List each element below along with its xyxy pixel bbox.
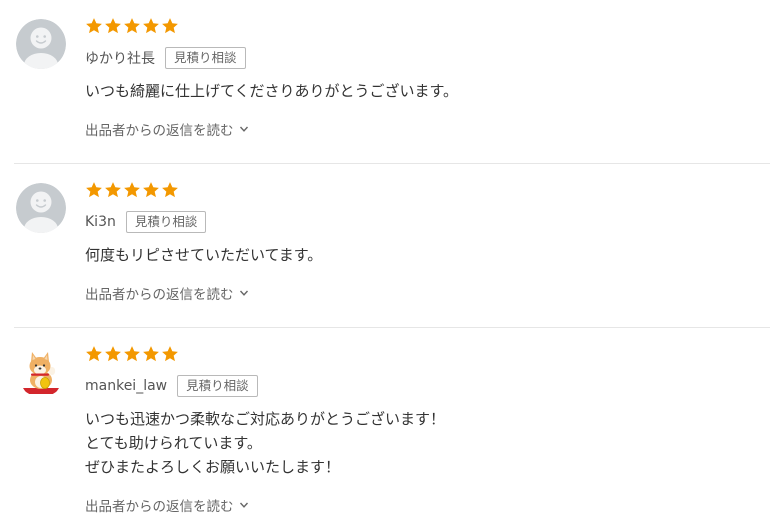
comment-line: ぜひまたよろしくお願いいたします！: [85, 458, 341, 476]
reply-link-label: 出品者からの返信を読む: [85, 123, 234, 139]
reviewer-info: mankei_law 見積り相談: [85, 374, 258, 398]
avatar[interactable]: [16, 183, 66, 233]
star-icon: [162, 18, 178, 34]
read-seller-reply-link[interactable]: 出品者からの返信を読む: [85, 283, 249, 303]
service-type-badge: 見積り相談: [165, 47, 246, 69]
reviewer-name[interactable]: ゆかり社長: [85, 48, 155, 68]
review-item: mankei_law 見積り相談 いつも迅速かつ柔軟なご対応ありがとうございます…: [0, 328, 770, 531]
review-comment: 何度もリピさせていただいてます。: [85, 243, 322, 267]
shiba-inu-lucky-cat-icon: [16, 347, 66, 397]
review-comment: いつも迅速かつ柔軟なご対応ありがとうございます！ とても助けられています。 ぜひ…: [85, 407, 445, 479]
star-icon: [86, 346, 102, 362]
reviewer-info: Ki3n 見積り相談: [85, 210, 207, 234]
star-icon: [86, 182, 102, 198]
reply-link-label: 出品者からの返信を読む: [85, 499, 234, 515]
star-icon: [124, 18, 140, 34]
review-item: ゆかり社長 見積り相談 いつも綺麗に仕上げてくださりありがとうございます。 出品…: [0, 0, 770, 163]
default-user-icon: [16, 183, 66, 233]
service-type-badge: 見積り相談: [125, 211, 207, 233]
chevron-down-icon: [239, 502, 248, 508]
star-rating: [85, 345, 179, 365]
service-type-badge: 見積り相談: [177, 375, 258, 397]
star-icon: [143, 182, 159, 198]
chevron-down-icon: [239, 126, 248, 132]
read-seller-reply-link[interactable]: 出品者からの返信を読む: [85, 119, 249, 139]
reviewer-name[interactable]: Ki3n: [85, 214, 116, 230]
default-user-icon: [16, 19, 66, 69]
comment-line: 何度もリピさせていただいてます。: [85, 246, 323, 264]
star-icon: [143, 346, 159, 362]
star-icon: [143, 18, 159, 34]
read-seller-reply-link[interactable]: 出品者からの返信を読む: [85, 495, 249, 515]
star-rating: [85, 17, 179, 37]
star-icon: [86, 18, 102, 34]
star-icon: [105, 182, 121, 198]
star-icon: [105, 18, 121, 34]
chevron-down-icon: [239, 290, 248, 296]
review-item: Ki3n 見積り相談 何度もリピさせていただいてます。 出品者からの返信を読む: [0, 164, 770, 327]
reviewer-name[interactable]: mankei_law: [85, 378, 167, 394]
star-icon: [162, 346, 178, 362]
reply-link-label: 出品者からの返信を読む: [85, 287, 234, 303]
avatar[interactable]: [16, 19, 66, 69]
star-icon: [162, 182, 178, 198]
comment-line: とても助けられています。: [85, 434, 262, 452]
review-comment: いつも綺麗に仕上げてくださりありがとうございます。: [85, 79, 458, 103]
star-icon: [124, 346, 140, 362]
avatar[interactable]: [16, 347, 66, 397]
comment-line: いつも迅速かつ柔軟なご対応ありがとうございます！: [85, 410, 446, 428]
star-rating: [85, 181, 179, 201]
star-icon: [105, 346, 121, 362]
star-icon: [124, 182, 140, 198]
comment-line: いつも綺麗に仕上げてくださりありがとうございます。: [85, 82, 459, 100]
reviewer-info: ゆかり社長 見積り相談: [85, 46, 246, 70]
